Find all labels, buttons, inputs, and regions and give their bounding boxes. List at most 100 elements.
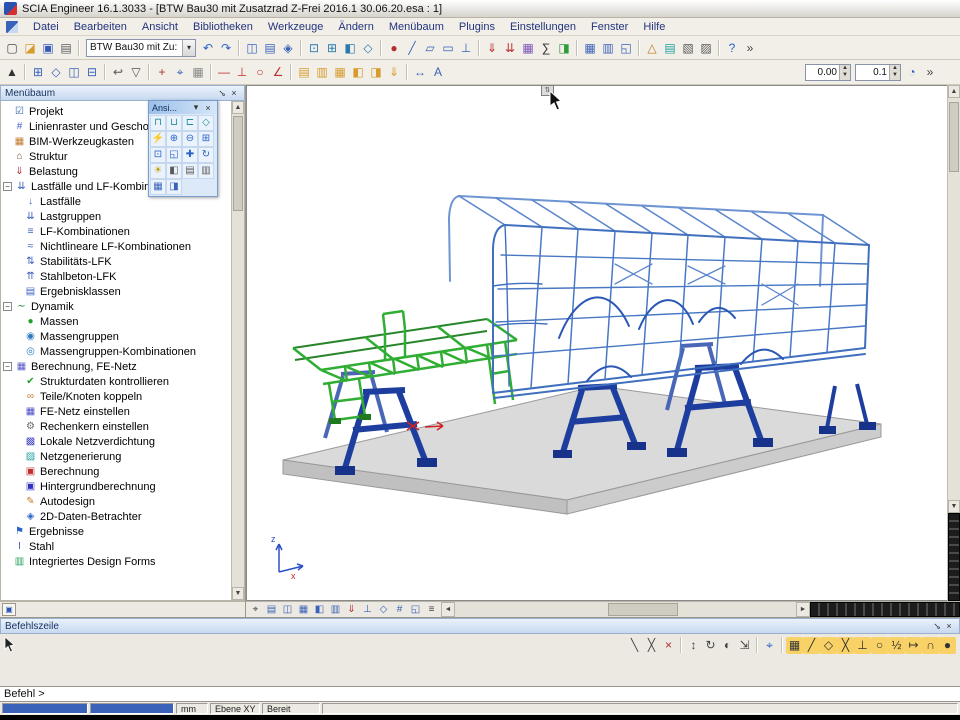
supports-display-icon[interactable]: ⊥ [360,603,375,617]
tree-item-fe-netz-einstellen[interactable]: ▦ FE-Netz einstellen [1,404,231,419]
scale-field[interactable]: 0.00 ▲▼ [805,64,851,81]
tree-scroll-track[interactable] [232,114,244,587]
tree-item-ergebnisklassen[interactable]: ▤ Ergebnisklassen [1,284,231,299]
snap-intersection-icon[interactable]: ╳ [837,637,854,654]
named-views-icon[interactable]: ◨ [166,179,182,195]
tree-item-netzgenerierung[interactable]: ▨ Netzgenerierung [1,449,231,464]
zoom-all-icon[interactable]: ⊡ [305,39,323,57]
undo-icon[interactable]: ↶ [199,39,217,57]
tree-item-nichtlineare-lfk[interactable]: ≈ Nichtlineare LF-Kombinationen [1,239,231,254]
line-load-icon[interactable]: ⇊ [501,39,519,57]
snap-endpoint-icon[interactable]: ╱ [803,637,820,654]
previous-selection-icon[interactable]: ↩ [109,63,127,81]
coordinates-icon[interactable]: + [153,63,171,81]
tree-scrollbar[interactable]: ▲ ▼ [231,101,244,600]
volumes-icon[interactable]: ▦ [296,603,311,617]
snap-arc-icon[interactable]: ∩ [922,637,939,654]
scroll-left-icon[interactable]: ◄ [441,602,455,617]
perpendicular-icon[interactable]: ⊥ [233,63,251,81]
help-icon[interactable]: ? [723,39,741,57]
ucs-icon[interactable]: ⌖ [171,63,189,81]
chevron-down-icon[interactable]: ▾ [182,40,195,56]
image-gallery-icon[interactable]: ◱ [617,39,635,57]
zoom-selection-icon[interactable]: ◱ [166,147,182,163]
view-params-icon[interactable]: ⌖ [248,603,263,617]
menu-werkzeuge[interactable]: Werkzeuge [268,21,323,33]
perspective-icon[interactable]: ◇ [359,39,377,57]
activity-display-icon[interactable]: ◫ [280,603,295,617]
draw-line-icon[interactable]: ╲ [626,637,643,654]
scroll-up-icon[interactable]: ▲ [232,101,244,114]
tree-item-stabilitaets-lfk[interactable]: ⇅ Stabilitäts-LFK [1,254,231,269]
menu-bearbeiten[interactable]: Bearbeiten [74,21,127,33]
quick-zoom-icon[interactable]: ⚡ [150,131,166,147]
select-window-icon[interactable]: ⊞ [29,63,47,81]
viewport-vscrollbar[interactable]: ▲ ▼ [947,85,960,601]
scroll-thumb[interactable] [233,116,243,211]
scroll-thumb[interactable] [949,102,959,172]
shrink-icon[interactable]: ◱ [408,603,423,617]
print-view-icon[interactable]: ▥ [198,163,214,179]
numbering-icon[interactable]: # [392,603,407,617]
move-icon[interactable]: ↕ [685,637,702,654]
tree-tab-icon[interactable]: ▣ [2,603,16,616]
zoom-factor-icon[interactable]: ◔ [903,63,921,81]
load-group-icon[interactable]: ▥ [313,63,331,81]
save-icon[interactable]: ▣ [39,39,57,57]
tree-expander-icon[interactable]: − [3,302,12,311]
redo-icon[interactable]: ↷ [217,39,235,57]
viewport-vscroll-track[interactable] [948,98,960,500]
gallery-print-icon[interactable]: ▨ [697,39,715,57]
rotate-icon[interactable]: ↻ [702,637,719,654]
tree-expander-icon[interactable]: − [3,362,12,371]
menu-datei[interactable]: Datei [33,21,59,33]
tree-item-berechnung-fe-netz[interactable]: − ▦ Berechnung, FE-Netz [1,359,231,374]
activity-icon[interactable]: ◫ [243,39,261,57]
ansicht-palette[interactable]: Ansi... ▾ × ⊓⊔⊏◇⚡⊕⊖⊞⊡◱✚↻☀◧▤▥▦◨ [148,100,218,197]
free-load-icon[interactable]: ◨ [367,63,385,81]
model-display-icon[interactable]: ◇ [376,603,391,617]
mirror-icon[interactable]: ◐ [719,637,736,654]
project-combobox[interactable]: BTW Bau30 mit Zu: ▾ [86,39,196,57]
pointer-mode-icon[interactable]: ▲ [3,63,21,81]
viewport-hscroll-track[interactable] [455,602,796,617]
angle-icon[interactable]: ∠ [269,63,287,81]
line-icon[interactable]: — [215,63,233,81]
scroll-up-icon[interactable]: ▲ [948,85,960,98]
chevron-down-icon[interactable]: ▾ [190,102,202,113]
model-viewport[interactable]: x z ▲ ▼ ⌖▤◫▦◧▥⇓⊥◇#◱≡ ◄ ► [246,85,960,617]
results-icon[interactable]: ◨ [555,39,573,57]
menu-bibliotheken[interactable]: Bibliotheken [193,21,253,33]
circle-icon[interactable]: ○ [251,63,269,81]
tree-item-lastgruppen[interactable]: ⇊ Lastgruppen [1,209,231,224]
spinner-arrows[interactable]: ▲▼ [839,65,850,80]
print-icon[interactable]: ▤ [57,39,75,57]
load-panel-icon[interactable]: ◧ [349,63,367,81]
snap-length-icon[interactable]: ↦ [905,637,922,654]
node-icon[interactable]: ● [385,39,403,57]
palette-header[interactable]: Ansi... ▾ × [149,101,217,114]
snap-grid-icon[interactable]: ▦ [786,637,803,654]
snap-midpoint-icon[interactable]: ◇ [820,637,837,654]
stretch-icon[interactable]: ⇲ [736,637,753,654]
mesh-icon[interactable]: ▦ [519,39,537,57]
menu-plugins[interactable]: Plugins [459,21,495,33]
tree-item-lf-kombinationen[interactable]: ≡ LF-Kombinationen [1,224,231,239]
view-side-icon[interactable]: ⊏ [182,115,198,131]
tree-item-autodesign[interactable]: ✎ Autodesign [1,494,231,509]
calculation-icon[interactable]: ∑ [537,39,555,57]
open-project-icon[interactable]: ◪ [21,39,39,57]
cursor-snap-icon[interactable]: ⌖ [761,637,778,654]
close-icon[interactable]: × [202,103,214,113]
labels-icon[interactable]: ▥ [328,603,343,617]
member-icon[interactable]: ╱ [403,39,421,57]
text-label-icon[interactable]: A [429,63,447,81]
step-field[interactable]: 0.1 ▲▼ [855,64,901,81]
zoom-all-icon[interactable]: ⊡ [150,147,166,163]
load-case-icon[interactable]: ▤ [295,63,313,81]
rotate-view-icon[interactable]: ↻ [198,147,214,163]
scroll-right-icon[interactable]: ► [796,602,810,617]
tree-expander-icon[interactable]: − [3,182,12,191]
delete-icon[interactable]: × [660,637,677,654]
zoom-window-icon[interactable]: ⊞ [323,39,341,57]
